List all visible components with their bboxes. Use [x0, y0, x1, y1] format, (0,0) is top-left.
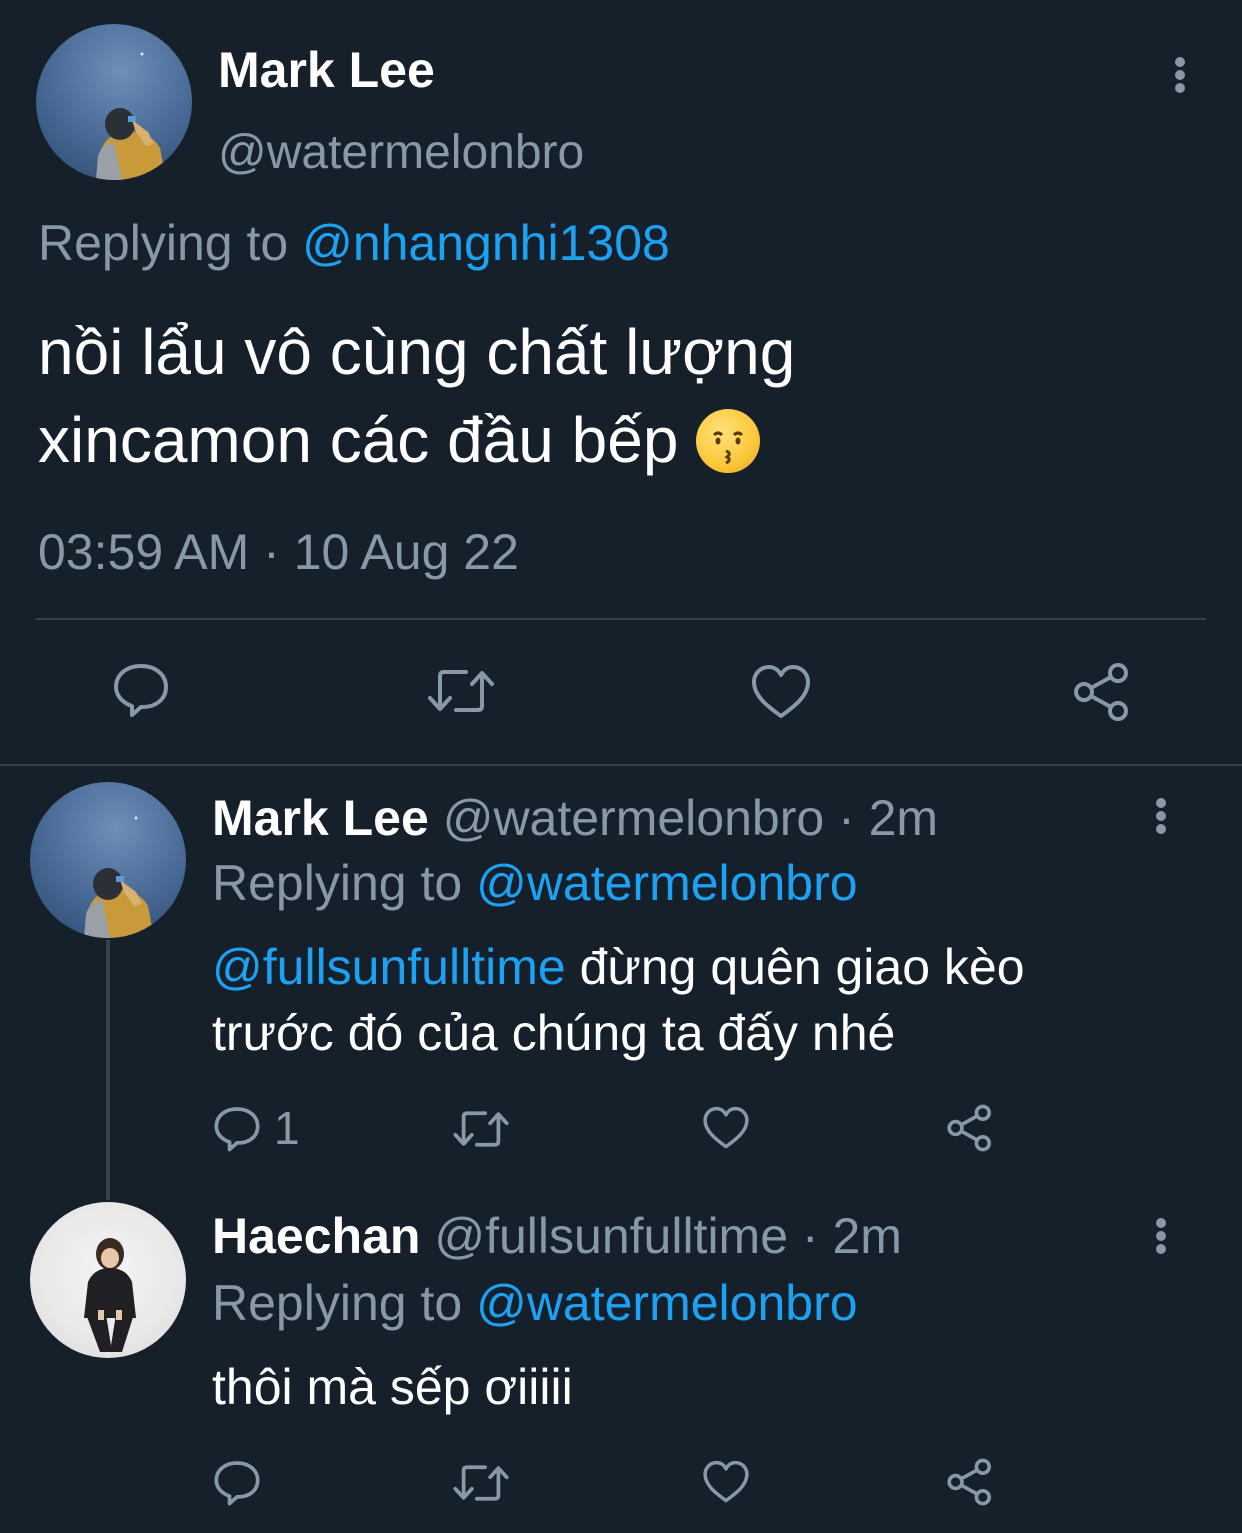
replying-handle-link[interactable]: @nhangnhi1308: [302, 215, 670, 271]
author-handle[interactable]: @watermelonbro: [443, 790, 824, 846]
avatar[interactable]: [36, 24, 192, 180]
author-name[interactable]: Mark Lee: [218, 40, 435, 100]
kissing-face-emoji-icon: [696, 409, 761, 474]
retweet-icon[interactable]: [426, 664, 496, 718]
more-options-icon[interactable]: [1155, 1218, 1167, 1254]
author-name[interactable]: Mark Lee: [212, 790, 429, 846]
replying-to: Replying to @watermelonbro: [212, 1272, 858, 1334]
reply-header: Haechan @fullsunfulltime · 2m: [212, 1206, 902, 1266]
share-icon[interactable]: [946, 1458, 994, 1506]
avatar-photo: [96, 52, 166, 180]
reply-icon[interactable]: [213, 1104, 261, 1152]
relative-time[interactable]: · 2m: [802, 1208, 902, 1264]
tweet-text-line: trước đó của chúng ta đấy nhé: [212, 1005, 896, 1061]
replying-handle-link[interactable]: @watermelonbro: [476, 1275, 857, 1331]
tweet-text-line: @fullsunfulltime đừng quên giao kèo: [212, 939, 1025, 995]
reply-icon[interactable]: [112, 660, 170, 718]
avatar[interactable]: [30, 782, 186, 938]
reply-header: Mark Lee @watermelonbro · 2m: [212, 788, 938, 848]
section-divider: [0, 764, 1242, 766]
divider: [36, 618, 1206, 620]
share-icon[interactable]: [946, 1104, 994, 1152]
avatar-photo: [84, 816, 154, 938]
tweet-text: nồi lẩu vô cùng chất lượng xincamon các …: [38, 308, 795, 484]
reply-icon[interactable]: [213, 1458, 261, 1506]
replying-prefix: Replying to: [212, 1275, 463, 1331]
like-heart-icon[interactable]: [750, 664, 812, 720]
share-icon[interactable]: [1072, 662, 1132, 722]
more-options-icon[interactable]: [1155, 798, 1167, 834]
tweet-text: @fullsunfulltime đừng quên giao kèo trướ…: [212, 934, 1025, 1066]
like-heart-icon[interactable]: [702, 1460, 750, 1504]
replying-prefix: Replying to: [212, 855, 463, 911]
tweet-text: thôi mà sếp ơiiiii: [212, 1359, 573, 1415]
replying-to: Replying to @watermelonbro: [212, 852, 858, 914]
avatar-photo: [84, 1238, 136, 1352]
replying-prefix: Replying to: [38, 215, 289, 271]
author-handle[interactable]: @watermelonbro: [218, 124, 584, 182]
mention-link[interactable]: @fullsunfulltime: [212, 939, 566, 995]
like-heart-icon[interactable]: [702, 1106, 750, 1150]
author-handle[interactable]: @fullsunfulltime: [434, 1208, 788, 1264]
more-options-icon[interactable]: [1174, 57, 1186, 93]
retweet-icon[interactable]: [452, 1460, 510, 1506]
retweet-icon[interactable]: [452, 1106, 510, 1152]
tweet-text-line: xincamon các đầu bếp: [38, 396, 795, 484]
author-name[interactable]: Haechan: [212, 1208, 420, 1264]
timestamp[interactable]: 03:59 AM · 10 Aug 22: [38, 522, 519, 582]
relative-time[interactable]: · 2m: [838, 790, 938, 846]
reply-count: 1: [274, 1102, 300, 1154]
replying-to: Replying to @nhangnhi1308: [38, 212, 670, 274]
replying-handle-link[interactable]: @watermelonbro: [476, 855, 857, 911]
avatar[interactable]: [30, 1202, 186, 1358]
thread-line: [106, 940, 110, 1200]
tweet-text-line: nồi lẩu vô cùng chất lượng: [38, 316, 796, 388]
